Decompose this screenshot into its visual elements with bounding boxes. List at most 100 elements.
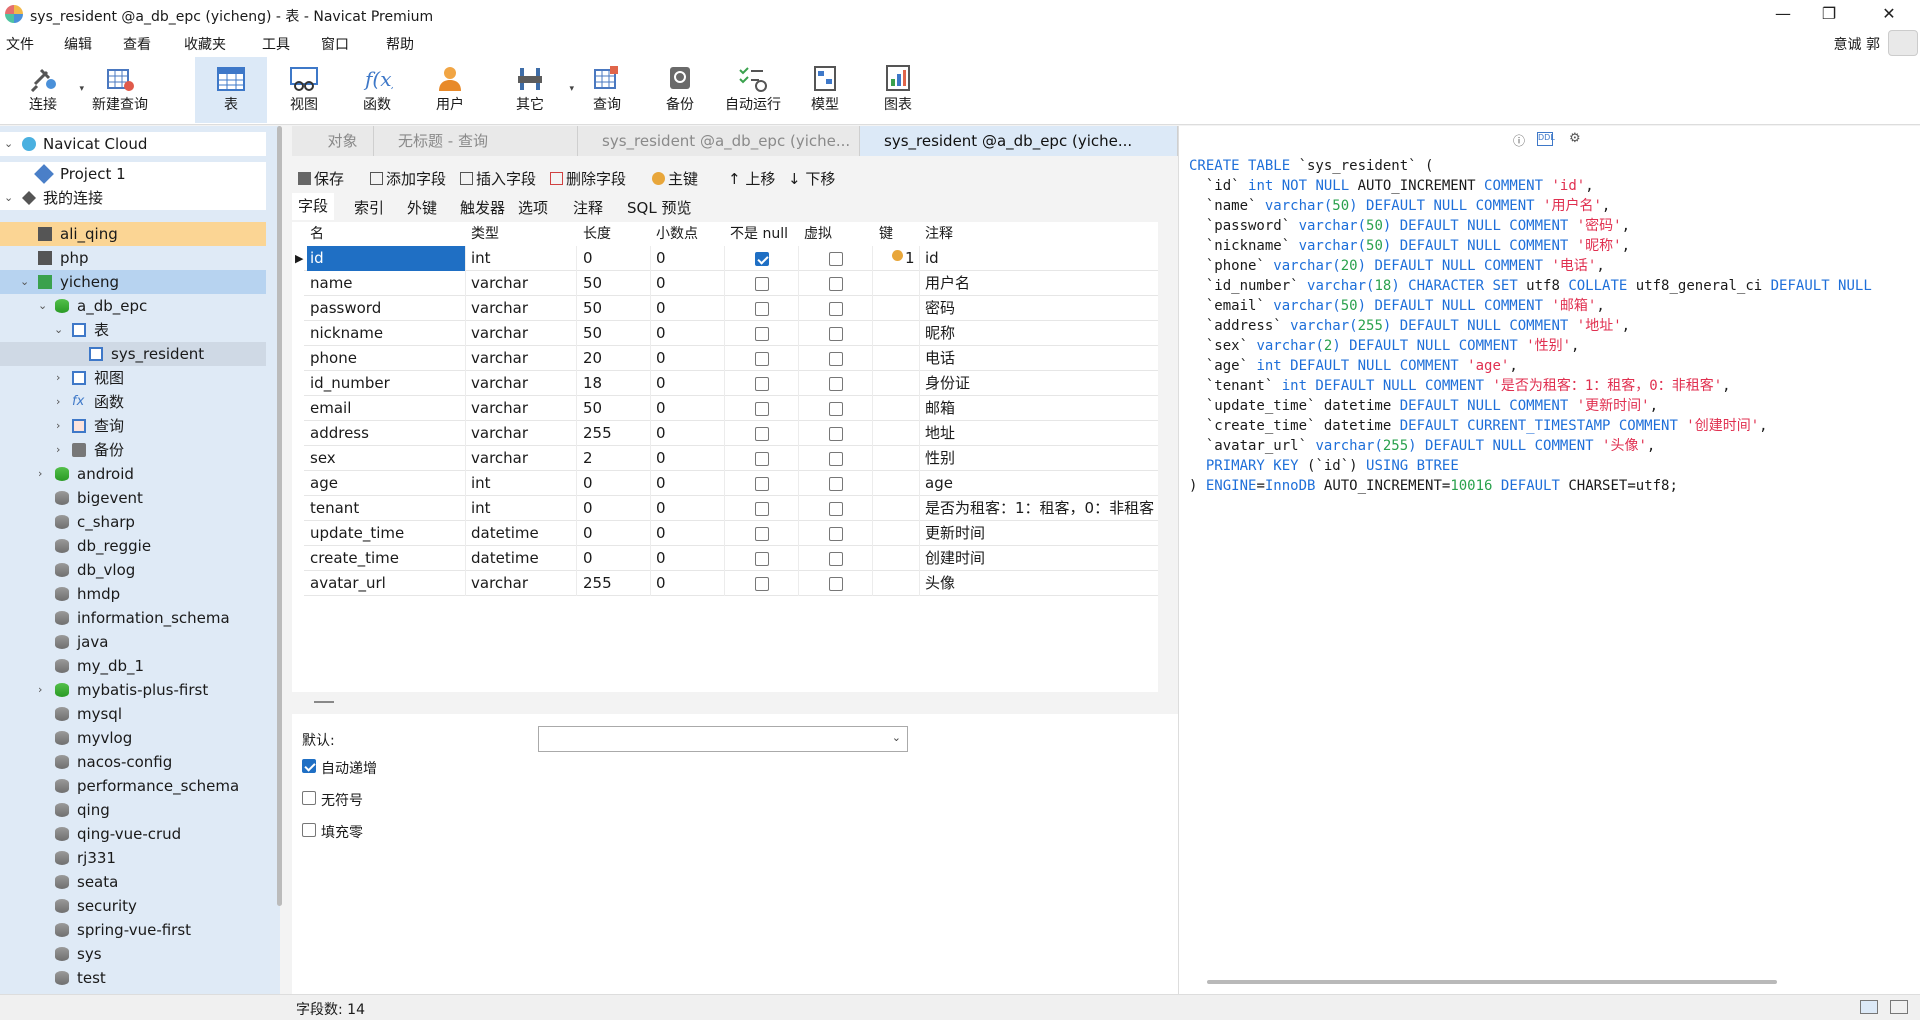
tree-db-db-reggie[interactable]: db_reggie xyxy=(0,534,266,558)
not-null-checkbox[interactable] xyxy=(755,452,769,466)
menu-edit[interactable]: 编辑 xyxy=(64,34,92,54)
table-button[interactable]: 表 xyxy=(195,57,267,123)
tree-tables[interactable]: ⌄ 表 xyxy=(0,318,266,342)
not-null-checkbox[interactable] xyxy=(755,477,769,491)
cell-comment[interactable]: 是否为租客：1：租客，0：非租客 xyxy=(922,496,1158,521)
user-name[interactable]: 意诚 郭 xyxy=(1834,34,1880,54)
cell-len[interactable]: 50 xyxy=(580,271,650,296)
cell-comment[interactable]: 昵称 xyxy=(922,321,1158,346)
tree-db-security[interactable]: security xyxy=(0,894,266,918)
cell-dec[interactable]: 0 xyxy=(653,246,723,271)
user-button[interactable]: 用户 xyxy=(418,57,482,123)
virtual-checkbox[interactable] xyxy=(829,577,843,591)
tree-db-hmdp[interactable]: hmdp xyxy=(0,582,266,606)
tree-db-sys[interactable]: sys xyxy=(0,942,266,966)
ddl-icon[interactable]: DDL xyxy=(1537,132,1555,146)
table-row[interactable]: age int 0 0 age xyxy=(304,471,1158,496)
cell-type[interactable]: datetime xyxy=(468,521,576,546)
cell-len[interactable]: 2 xyxy=(580,446,650,471)
table-row[interactable]: ▶ id int 0 0 id 1 xyxy=(295,246,1158,271)
new-query-button[interactable]: 新建查询 xyxy=(88,57,152,123)
table-row[interactable]: address varchar 255 0 地址 xyxy=(304,421,1158,446)
backup-button[interactable]: 备份 xyxy=(648,57,712,123)
cell-dec[interactable]: 0 xyxy=(653,271,723,296)
cell-type[interactable]: varchar xyxy=(468,271,576,296)
cell-comment[interactable]: 性别 xyxy=(922,446,1158,471)
virtual-checkbox[interactable] xyxy=(829,252,843,266)
cell-name[interactable]: email xyxy=(307,396,465,421)
function-button[interactable]: f(x) 函数 xyxy=(345,57,409,123)
tree-db-qing[interactable]: qing xyxy=(0,798,266,822)
save-button[interactable]: 保存 xyxy=(298,168,344,189)
table-row[interactable]: avatar_url varchar 255 0 头像 xyxy=(304,571,1158,596)
not-null-checkbox[interactable] xyxy=(755,552,769,566)
cell-comment[interactable]: 头像 xyxy=(922,571,1158,596)
virtual-checkbox[interactable] xyxy=(829,277,843,291)
tab-sys-resident-data[interactable]: sys_resident @a_db_epc (yiche... xyxy=(578,126,860,156)
cell-dec[interactable]: 0 xyxy=(653,321,723,346)
tree-db-nacos-config[interactable]: nacos-config xyxy=(0,750,266,774)
table-row[interactable]: create_time datetime 0 0 创建时间 xyxy=(304,546,1158,571)
tree-db-performance-schema[interactable]: performance_schema xyxy=(0,774,266,798)
not-null-checkbox[interactable] xyxy=(755,502,769,516)
tab-objects[interactable]: 对象 xyxy=(292,126,374,156)
tree-functions[interactable]: › fx 函数 xyxy=(0,390,266,414)
layout-full-icon[interactable] xyxy=(1890,1000,1908,1014)
not-null-checkbox[interactable] xyxy=(755,527,769,541)
not-null-checkbox[interactable] xyxy=(755,302,769,316)
subtab-comment[interactable]: 注释 xyxy=(573,197,603,218)
table-row[interactable]: id_number varchar 18 0 身份证 xyxy=(304,371,1158,396)
cell-name[interactable]: tenant xyxy=(307,496,465,521)
tree-db-qing-vue-crud[interactable]: qing-vue-crud xyxy=(0,822,266,846)
tree-db-my-db-1[interactable]: my_db_1 xyxy=(0,654,266,678)
cell-len[interactable]: 50 xyxy=(580,396,650,421)
subtab-foreign-keys[interactable]: 外键 xyxy=(407,197,437,218)
cell-name[interactable]: age xyxy=(307,471,465,496)
cell-len[interactable]: 0 xyxy=(580,546,650,571)
cell-name[interactable]: avatar_url xyxy=(307,571,465,596)
tree-db-c-sharp[interactable]: c_sharp xyxy=(0,510,266,534)
virtual-checkbox[interactable] xyxy=(829,302,843,316)
cell-len[interactable]: 255 xyxy=(580,571,650,596)
tree-db-mysql[interactable]: mysql xyxy=(0,702,266,726)
table-row[interactable]: update_time datetime 0 0 更新时间 xyxy=(304,521,1158,546)
col-header-virtual[interactable]: 虚拟 xyxy=(801,222,832,246)
tree-db-information-schema[interactable]: information_schema xyxy=(0,606,266,630)
virtual-checkbox[interactable] xyxy=(829,502,843,516)
cell-name[interactable]: phone xyxy=(307,346,465,371)
cell-type[interactable]: varchar xyxy=(468,446,576,471)
virtual-checkbox[interactable] xyxy=(829,427,843,441)
col-header-decimals[interactable]: 小数点 xyxy=(653,222,698,246)
tree-db-android[interactable]: › android xyxy=(0,462,266,486)
not-null-checkbox[interactable] xyxy=(755,402,769,416)
cell-type[interactable]: int xyxy=(468,246,576,271)
tree-db-java[interactable]: java xyxy=(0,630,266,654)
cell-dec[interactable]: 0 xyxy=(653,496,723,521)
subtab-options[interactable]: 选项 xyxy=(518,197,548,218)
cell-type[interactable]: int xyxy=(468,496,576,521)
cell-type[interactable]: varchar xyxy=(468,371,576,396)
auto-increment-checkbox[interactable] xyxy=(302,759,316,773)
table-row[interactable]: phone varchar 20 0 电话 xyxy=(304,346,1158,371)
tree-db-seata[interactable]: seata xyxy=(0,870,266,894)
virtual-checkbox[interactable] xyxy=(829,352,843,366)
cell-comment[interactable]: 密码 xyxy=(922,296,1158,321)
cell-dec[interactable]: 0 xyxy=(653,471,723,496)
col-header-comment[interactable]: 注释 xyxy=(922,222,953,246)
cell-comment[interactable]: 电话 xyxy=(922,346,1158,371)
minimize-button[interactable]: — xyxy=(1760,0,1806,29)
cell-type[interactable]: varchar xyxy=(468,321,576,346)
cell-len[interactable]: 18 xyxy=(580,371,650,396)
default-select[interactable]: ⌄ xyxy=(538,726,908,752)
layout-split-icon[interactable] xyxy=(1860,1000,1878,1014)
cell-type[interactable]: int xyxy=(468,471,576,496)
cell-comment[interactable]: 身份证 xyxy=(922,371,1158,396)
table-row[interactable]: password varchar 50 0 密码 xyxy=(304,296,1158,321)
others-button[interactable]: 其它 ▾ xyxy=(498,57,574,123)
tree-navicat-cloud[interactable]: ⌄ Navicat Cloud xyxy=(0,132,266,156)
tree-queries[interactable]: › 查询 xyxy=(0,414,266,438)
tree-db-spring-vue-first[interactable]: spring-vue-first xyxy=(0,918,266,942)
cell-comment[interactable]: 地址 xyxy=(922,421,1158,446)
cell-name[interactable]: id xyxy=(307,246,465,271)
menu-view[interactable]: 查看 xyxy=(123,34,151,54)
